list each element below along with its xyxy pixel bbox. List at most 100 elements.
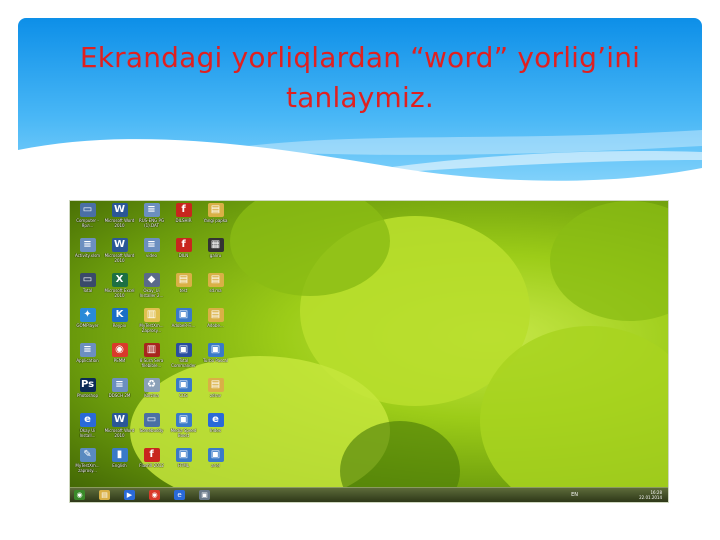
desktop-icon-label: HTML	[177, 463, 190, 468]
photoshop-icon: Ps	[79, 378, 96, 392]
desktop-icon-label: Adobe...	[207, 323, 224, 328]
document-icon: ≡	[143, 238, 160, 252]
desktop-icon-label: Photoshop	[76, 393, 98, 398]
desktop-icon-label: Okay_Ui Installer 2...	[139, 288, 164, 298]
language-indicator[interactable]: EN	[571, 492, 578, 498]
folder-icon: ▤	[207, 378, 224, 392]
desktop-icon[interactable]: Ps Photoshop	[72, 378, 103, 412]
desktop-icon-label: Activity.xlsm	[74, 253, 101, 258]
desktop-icon[interactable]: ▤ test	[168, 273, 199, 307]
media-player-icon[interactable]: ▶	[124, 490, 135, 500]
floppy-icon: ▣	[175, 343, 192, 357]
desktop-icon[interactable]: ◉ РЕМИ	[104, 343, 135, 377]
desktop-icon-label: Turbo Pascal	[203, 358, 228, 363]
document-icon: ≡	[143, 203, 160, 217]
desktop-icon[interactable]: ▥ MyTestXm... Zaprosy...	[136, 308, 167, 342]
chrome-icon[interactable]: ◉	[149, 490, 160, 500]
desktop-icon-label: DDSCH 2M	[108, 393, 131, 398]
folder-icon: ▤	[175, 273, 192, 287]
desktop-icon[interactable]: ✎ MyTestXm... zaprosy...	[72, 448, 103, 482]
computer-icon: ▭	[79, 203, 96, 217]
chrome-icon: ◉	[111, 343, 128, 357]
desktop-icon-label: Microsoft Excel 2010	[104, 288, 135, 298]
bottle-icon: ▮	[111, 448, 128, 462]
desktop-icon[interactable]: ▤ Yangi papka	[200, 203, 231, 237]
desktop-icon[interactable]: f FlashX 2012	[136, 448, 167, 482]
desktop-icon-label: Total Commander	[171, 358, 196, 368]
desktop-icon-label: Total	[82, 288, 93, 293]
app-icon[interactable]: ▣	[199, 490, 210, 500]
desktop-icon[interactable]: f DILN	[168, 238, 199, 272]
desktop-icon-label: test	[179, 288, 188, 293]
desktop-icon[interactable]: ▣ Media Speed Boost	[168, 413, 199, 447]
system-clock[interactable]: 16:28 22.01.2014	[639, 488, 662, 502]
desktop-icon-label: GOMPlayer	[76, 323, 99, 328]
flash-icon: f	[175, 238, 192, 252]
desktop-icon-label: RUS-ENG PG (1).DAT	[138, 218, 165, 228]
desktop-icon[interactable]: e Okay Ui Install...	[72, 413, 103, 447]
desktop-icon[interactable]: ✦ GOMPlayer	[72, 308, 103, 342]
desktop-icon[interactable]: f DILSHIR	[168, 203, 199, 237]
desktop-icon[interactable]: ◆ Okay_Ui Installer 2...	[136, 273, 167, 307]
document-icon: ≡	[111, 378, 128, 392]
desktop-icon[interactable]: ▭ Computer - Ярл...	[72, 203, 103, 237]
desktop-icon[interactable]: ▣ AdobeR-Fi...	[168, 308, 199, 342]
desktop-icon[interactable]: K Reypix	[104, 308, 135, 342]
desktop-icon[interactable]: ≡ DDSCH 2M	[104, 378, 135, 412]
desktop-icon[interactable]: ♻ Korzina	[136, 378, 167, 412]
desktop-icon[interactable]: ▣ Turbo Pascal	[200, 343, 231, 377]
app-icon: ▣	[207, 343, 224, 357]
desktop-icon-label: MyTestXm... Zaprosy...	[139, 323, 164, 333]
app-icon: ▣	[175, 378, 192, 392]
desktop-icon[interactable]: X Microsoft Excel 2010	[104, 273, 135, 307]
start-button-icon[interactable]: ◉	[74, 490, 85, 500]
word-icon: W	[111, 238, 128, 252]
desktop-icon-label: Microsoft Word 2010	[104, 253, 135, 263]
desktop-icon[interactable]: ≡ video	[136, 238, 167, 272]
desktop-icon[interactable]: ≡ RUS-ENG PG (1).DAT	[136, 203, 167, 237]
desktop-icon-grid: ▭ Computer - Ярл... W Microsoft Word 2010 ≡ R…	[72, 203, 232, 487]
desktop-icon[interactable]: ▦ galiru	[200, 238, 231, 272]
desktop-icon[interactable]: ≡ Activity.xlsm	[72, 238, 103, 272]
flash-icon: f	[175, 203, 192, 217]
desktop-icon-label: Computer - Ярл...	[76, 218, 99, 228]
app-icon: ▣	[175, 448, 192, 462]
desktop-icon-label: Reypix	[112, 323, 127, 328]
desktop-icon[interactable]: ▤ sd.ma	[200, 273, 231, 307]
desktop-icon[interactable]: ▤ Adobe...	[200, 308, 231, 342]
monitor-icon: ▭	[79, 273, 96, 287]
desktop-icon[interactable]: ▤ zdrav	[200, 378, 231, 412]
document-icon: ≡	[79, 238, 96, 252]
desktop-icon[interactable]: e Index	[200, 413, 231, 447]
book-icon: ▥	[143, 343, 160, 357]
desktop-icon-label: 8 Sura Sera filebible...	[139, 358, 164, 368]
word-icon: W	[111, 413, 128, 427]
desktop-icon-label: ariel	[211, 463, 220, 468]
desktop-icon-label: FlashX 2012	[139, 463, 164, 468]
document-icon: ≡	[79, 343, 96, 357]
explorer-icon[interactable]: ▤	[99, 490, 110, 500]
desktop-icon-label: Yangi papka	[203, 218, 228, 223]
desktop-icon[interactable]: ▣ HTML	[168, 448, 199, 482]
desktop-icon[interactable]: ▣ ariel	[200, 448, 231, 482]
desktop-icon[interactable]: W Microsoft Word 2010	[104, 203, 135, 237]
book-icon: ▥	[143, 308, 160, 322]
desktop-icon[interactable]: ▭ Somebuddy	[136, 413, 167, 447]
ie-icon[interactable]: e	[174, 490, 185, 500]
desktop-icon-label: Index	[209, 428, 221, 433]
desktop-icon[interactable]: ▮ English	[104, 448, 135, 482]
desktop-icon[interactable]: W Microsoft Word 2010	[104, 413, 135, 447]
app-icon: ▣	[175, 413, 192, 427]
desktop-icon[interactable]: ▣ Total Commander	[168, 343, 199, 377]
film-icon: ▦	[207, 238, 224, 252]
desktop-icon[interactable]: ▥ 8 Sura Sera filebible...	[136, 343, 167, 377]
desktop-icon-label: zdrav	[209, 393, 222, 398]
app-icon: ▣	[207, 448, 224, 462]
desktop-icon-label: video	[146, 253, 157, 258]
desktop-icon[interactable]: ▣ CDS	[168, 378, 199, 412]
desktop-icon[interactable]: ▭ Total	[72, 273, 103, 307]
desktop-icon[interactable]: W Microsoft Word 2010	[104, 238, 135, 272]
desktop-icon[interactable]: ≡ Application	[72, 343, 103, 377]
desktop-icon-label: CDS	[179, 393, 188, 398]
folder-icon: ▤	[207, 203, 224, 217]
